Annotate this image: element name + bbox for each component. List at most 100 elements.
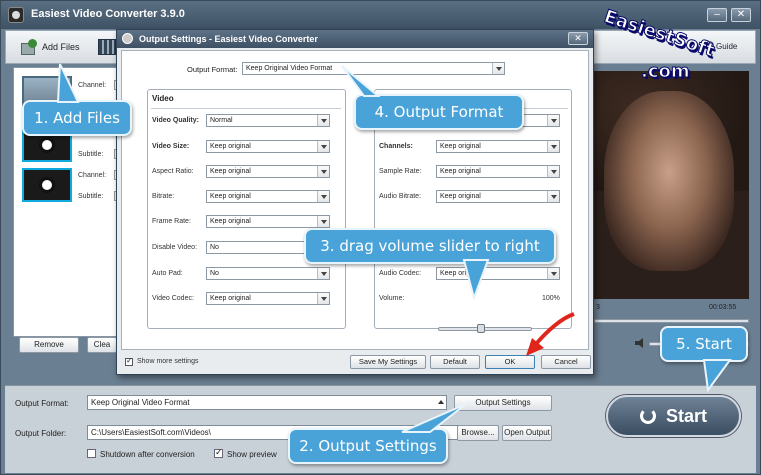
callout-start: 5. Start [660,326,748,362]
video-codec-select[interactable]: Keep original [206,292,330,305]
callout-add-files: 1. Add Files [22,100,132,136]
dropdown-arrow-icon [317,268,329,279]
save-my-settings-button[interactable]: Save My Settings [350,355,426,369]
aspect-ratio-select[interactable]: Keep original [206,165,330,178]
dropdown-arrow-icon [547,166,559,177]
subtitle-label: Subtitle: [78,151,104,158]
film-icon [98,39,116,55]
dropdown-arrow-icon [492,63,504,74]
auto-pad-select[interactable]: No [206,267,330,280]
audio-bitrate-value: Keep original [440,193,481,200]
shutdown-checkbox[interactable] [87,449,96,458]
output-format-select[interactable]: Keep Original Video Format [87,395,447,410]
video-preview [594,71,749,299]
subtitle-label: Subtitle: [78,193,104,200]
add-files-icon [20,39,38,55]
video-size-select[interactable]: Keep original [206,140,330,153]
channel-label: Channel: [78,172,107,179]
callout-tail-add-files [56,63,80,103]
auto-pad-value: No [210,270,219,277]
frame-rate-select[interactable]: Keep original [206,215,330,228]
disable-video-label: Disable Video: [152,244,198,251]
seek-bar[interactable] [594,319,749,323]
sample-rate-select[interactable]: Keep original [436,165,560,178]
audio-bitrate-select[interactable]: Keep original [436,190,560,203]
show-more-settings-checkbox[interactable] [125,356,133,366]
brand-logo-domain: .com [641,61,691,83]
dialog-output-format-label: Output Format: [187,65,238,74]
dropdown-arrow-icon [547,115,559,126]
clip-logo [39,137,55,153]
output-format-value: Keep Original Video Format [91,398,190,407]
sample-rate-value: Keep original [440,168,481,175]
red-arrow-icon [526,312,575,356]
open-output-button[interactable]: Open Output [502,425,552,441]
callout-volume: 3. drag volume slider to right [304,228,556,264]
group-divider [151,108,341,109]
show-more-settings-label: Show more settings [137,358,199,365]
clip-logo [39,177,55,193]
add-files-label: Add Files [42,42,80,52]
volume-slider-handle[interactable] [477,324,485,333]
clear-button[interactable]: Clea [87,337,117,353]
dialog-output-format-value: Keep Original Video Format [246,65,333,72]
audio-codec-label: Audio Codec: [379,270,422,277]
video-size-value: Keep original [210,143,251,150]
dialog-title-bar: Output Settings - Easiest Video Converte… [117,30,593,48]
dialog-app-icon [122,33,133,44]
dropdown-arrow-icon [547,191,559,202]
minimize-button[interactable]: – [707,8,727,22]
total-time: 00:03:55 [709,304,737,311]
video-size-label: Video Size: [152,143,190,150]
dropdown-arrow-icon [317,141,329,152]
channels-select[interactable]: Keep original [436,140,560,153]
remove-button[interactable]: Remove [19,337,79,353]
list-item[interactable]: Channel: A Subtitle: N [18,166,122,206]
bitrate-label: Bitrate: [152,193,175,200]
dropdown-arrow-icon [547,268,559,279]
add-files-button[interactable]: Add Files [14,34,86,60]
auto-pad-label: Auto Pad: [152,270,183,277]
dropdown-arrow-icon [547,141,559,152]
video-group-title: Video [152,94,174,103]
channel-label: Channel: [78,82,107,89]
video-codec-value: Keep original [210,295,251,302]
bitrate-value: Keep original [210,193,251,200]
callout-tail-start [702,359,732,392]
dialog-title: Output Settings - Easiest Video Converte… [139,34,318,44]
dropdown-arrow-icon [317,216,329,227]
callout-tail-output-format [341,65,380,97]
sample-rate-label: Sample Rate: [379,168,422,175]
callout-tail-volume [462,259,490,300]
show-preview-checkbox[interactable] [214,447,223,458]
file-thumbnail [22,168,72,202]
current-time: 3 [596,304,600,311]
dialog-close-button[interactable]: ✕ [568,32,588,45]
video-quality-select[interactable]: Normal [206,114,330,127]
app-icon [8,7,24,23]
window-title: Easiest Video Converter 3.9.0 [31,8,185,20]
video-quality-label: Video Quality: [152,117,199,124]
channels-value: Keep original [440,143,481,150]
dropdown-arrow-icon [317,115,329,126]
frame-rate-value: Keep original [210,218,251,225]
close-button[interactable]: ✕ [731,8,751,22]
callout-tail-output-settings [401,403,467,433]
frame-rate-label: Frame Rate: [152,218,191,225]
video-settings-group: Video Video Quality: Normal Video Size: … [147,89,346,329]
guide-label: Guide [716,42,738,51]
video-codec-label: Video Codec: [152,295,194,302]
video-quality-value: Normal [210,117,233,124]
start-label: Start [665,405,707,426]
dropdown-arrow-icon [317,191,329,202]
volume-icon[interactable] [635,338,643,348]
disable-video-value: No [210,244,219,251]
aspect-ratio-label: Aspect Ratio: [152,168,194,175]
bitrate-select[interactable]: Keep original [206,190,330,203]
dropdown-arrow-icon [317,166,329,177]
default-button[interactable]: Default [430,355,480,369]
volume-value: 100% [542,295,560,302]
channels-label: Channels: [379,143,413,150]
start-button[interactable]: Start [606,395,741,437]
dropdown-arrow-icon [317,293,329,304]
